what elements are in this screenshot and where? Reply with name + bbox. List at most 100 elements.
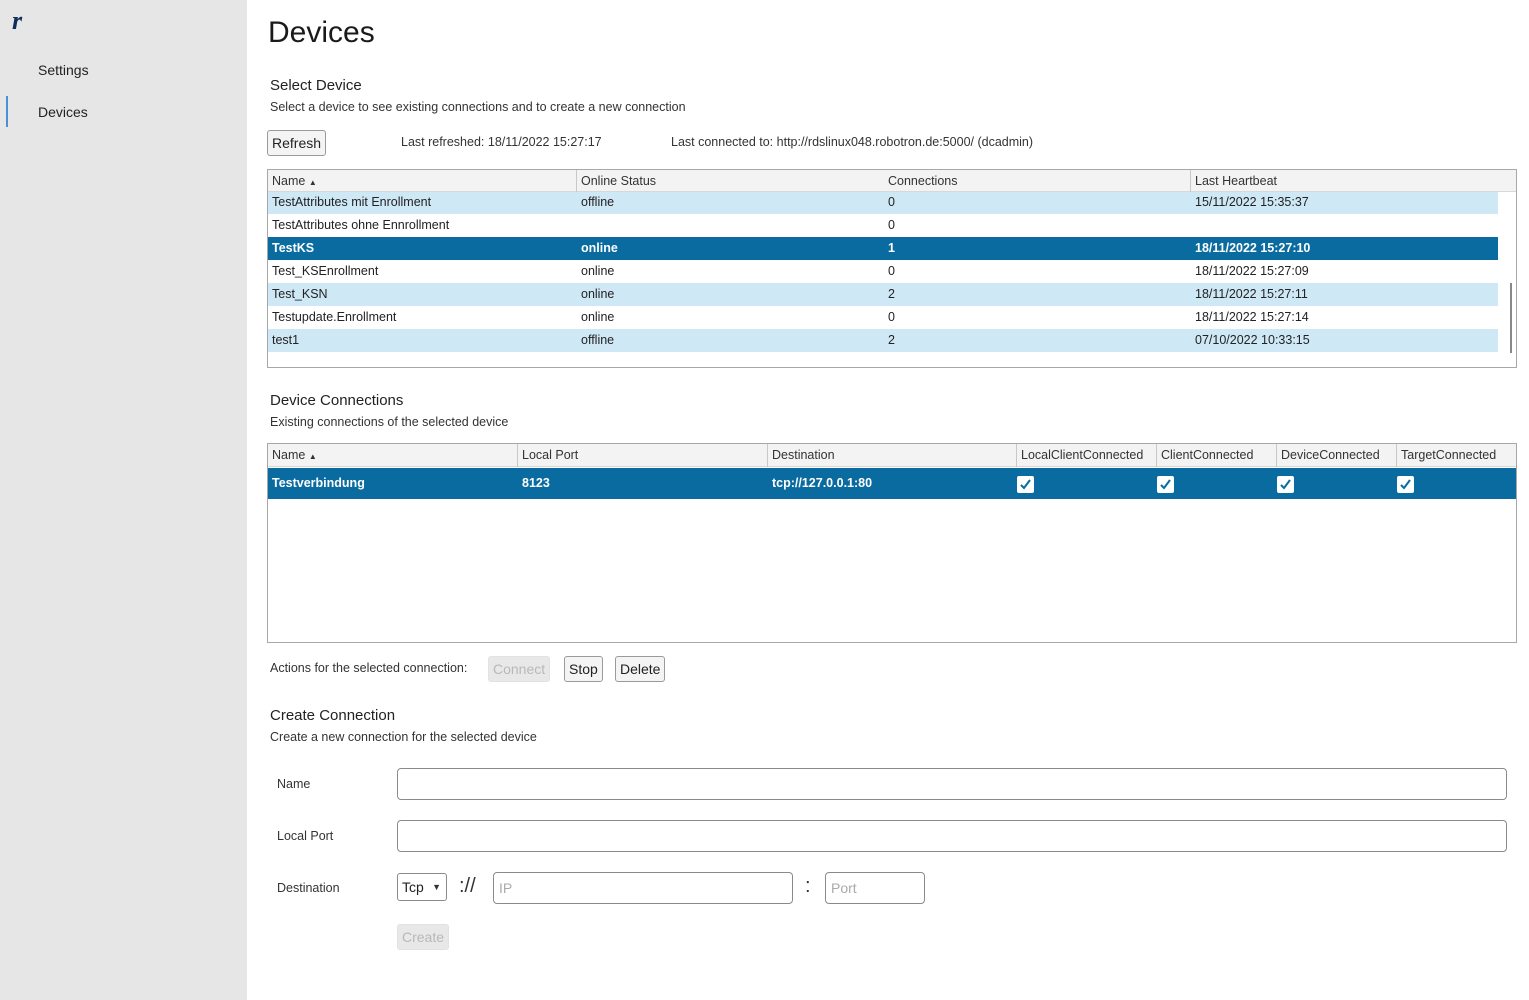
device-connections: 0: [888, 310, 895, 324]
devices-table-header: Name ▲ Online Status Connections Last He…: [268, 170, 1516, 192]
last-connected: Last connected to: http://rdslinux048.ro…: [671, 135, 1033, 149]
column-header-device-connected[interactable]: DeviceConnected: [1277, 444, 1397, 467]
devices-table: Name ▲ Online Status Connections Last He…: [267, 169, 1517, 368]
create-button[interactable]: Create: [397, 924, 450, 950]
connect-button[interactable]: Connect: [488, 656, 551, 682]
device-status: online: [581, 310, 615, 324]
column-header-local-client-connected[interactable]: LocalClientConnected: [1017, 444, 1157, 467]
device-status: [577, 214, 581, 237]
main-content: Devices Select Device Select a device to…: [247, 0, 1529, 1000]
chevron-down-icon: ▼: [432, 882, 441, 892]
column-header-target-connected[interactable]: TargetConnected: [1397, 444, 1516, 467]
sort-ascending-icon: ▲: [308, 452, 317, 461]
local-port-input[interactable]: [397, 820, 1507, 852]
connections-table: Name ▲ Local Port Destination LocalClien…: [267, 443, 1517, 643]
device-name: TestKS: [272, 241, 315, 255]
last-connected-value: http://rdslinux048.robotron.de:5000/ (dc…: [776, 135, 1034, 149]
device-heartbeat: 15/11/2022 15:35:37: [1195, 195, 1309, 209]
protocol-select[interactable]: Tcp ▼: [397, 873, 447, 901]
delete-button[interactable]: Delete: [615, 656, 666, 682]
actions-label: Actions for the selected connection:: [270, 661, 468, 675]
page-title: Devices: [268, 16, 375, 49]
device-heartbeat: 18/11/2022 15:27:14: [1195, 310, 1309, 324]
create-connection-title: Create Connection: [270, 707, 396, 724]
device-connections: 0: [888, 195, 895, 209]
checkmark-icon: [1280, 479, 1291, 490]
last-refreshed: Last refreshed: 18/11/2022 15:27:17: [401, 135, 602, 149]
device-name: TestAttributes mit Enrollment: [272, 195, 432, 209]
device-heartbeat: 18/11/2022 15:27:09: [1195, 264, 1309, 278]
scheme-separator: ://: [459, 875, 476, 897]
stop-button[interactable]: Stop: [564, 656, 603, 682]
last-connected-label: Last connected to:: [671, 135, 774, 149]
device-row[interactable]: TestAttributes mit Enrollment offline 0 15/…: [268, 191, 1498, 214]
device-heartbeat: 18/11/2022 15:27:10: [1195, 241, 1311, 255]
port-separator: :: [805, 875, 811, 897]
device-status: offline: [581, 333, 615, 347]
app-logo: r: [12, 6, 23, 35]
ip-input[interactable]: [493, 872, 793, 904]
device-row[interactable]: Test_KSEnrollment online 0 18/11/2022 15:27…: [268, 260, 1498, 283]
device-status: online: [581, 287, 615, 301]
column-header-local-port[interactable]: Local Port: [518, 444, 768, 467]
device-heartbeat: 18/11/2022 15:27:11: [1195, 287, 1308, 301]
device-connections: 0: [888, 218, 895, 232]
destination-label: Destination: [277, 881, 340, 895]
connection-row[interactable]: Testverbindung 8123 tcp://127.0.0.1:80: [268, 468, 1516, 499]
device-connections: 1: [888, 241, 895, 255]
column-header-connections[interactable]: Connections: [884, 170, 1191, 192]
column-header-last-heartbeat[interactable]: Last Heartbeat: [1191, 170, 1516, 192]
device-name: test1: [272, 333, 300, 347]
device-status: online: [581, 264, 615, 278]
device-status: online: [581, 241, 618, 255]
connection-name: Testverbindung: [272, 476, 365, 490]
local-client-connected-checkbox[interactable]: [1017, 476, 1034, 493]
device-status: offline: [581, 195, 615, 209]
last-refreshed-value: 18/11/2022 15:27:17: [487, 135, 602, 149]
local-port-label: Local Port: [277, 829, 334, 843]
last-refreshed-label: Last refreshed:: [401, 135, 485, 149]
device-name: Test_KSN: [272, 287, 328, 301]
sidebar: r Settings Devices: [0, 0, 247, 1000]
device-connected-checkbox[interactable]: [1277, 476, 1294, 493]
target-connected-checkbox[interactable]: [1397, 476, 1414, 493]
device-heartbeat: [1191, 214, 1195, 237]
select-device-title: Select Device: [270, 77, 362, 94]
connection-destination: tcp://127.0.0.1:80: [772, 476, 873, 490]
connections-table-header: Name ▲ Local Port Destination LocalClien…: [268, 444, 1516, 467]
active-nav-indicator: [6, 96, 8, 127]
refresh-button[interactable]: Refresh: [267, 130, 327, 156]
device-row[interactable]: TestAttributes ohne Ennrollment 0: [268, 214, 1498, 237]
client-connected-checkbox[interactable]: [1157, 476, 1174, 493]
device-connections-title: Device Connections: [270, 392, 404, 409]
device-connections: 0: [888, 264, 895, 278]
device-name: TestAttributes ohne Ennrollment: [272, 218, 450, 232]
checkmark-icon: [1400, 479, 1411, 490]
create-connection-subtitle: Create a new connection for the selected…: [270, 730, 537, 744]
sidebar-item-devices[interactable]: Devices: [38, 104, 88, 120]
devices-table-scrollbar[interactable]: [1510, 283, 1512, 353]
column-header-online-status[interactable]: Online Status: [577, 170, 884, 192]
sort-ascending-icon: ▲: [308, 178, 317, 187]
device-row[interactable]: Test_KSN online 2 18/11/2022 15:27:11: [268, 283, 1498, 306]
device-connections: 2: [888, 333, 895, 347]
column-header-name[interactable]: Name ▲: [268, 170, 577, 192]
column-header-destination[interactable]: Destination: [768, 444, 1017, 467]
name-input[interactable]: [397, 768, 1507, 800]
name-label: Name: [277, 777, 311, 791]
column-header-client-connected[interactable]: ClientConnected: [1157, 444, 1277, 467]
device-name: Test_KSEnrollment: [272, 264, 379, 278]
device-row[interactable]: TestKS online 1 18/11/2022 15:27:10: [268, 237, 1498, 260]
device-name: Testupdate.Enrollment: [272, 310, 397, 324]
checkmark-icon: [1160, 479, 1171, 490]
column-header-conn-name[interactable]: Name ▲: [268, 444, 518, 467]
device-connections: 2: [888, 287, 895, 301]
device-heartbeat: 07/10/2022 10:33:15: [1195, 333, 1310, 347]
device-connections-subtitle: Existing connections of the selected dev…: [270, 415, 509, 429]
protocol-value: Tcp: [402, 879, 424, 895]
sidebar-item-settings[interactable]: Settings: [38, 62, 89, 78]
port-input[interactable]: [825, 872, 925, 904]
device-row[interactable]: Testupdate.Enrollment online 0 18/11/2022 1…: [268, 306, 1498, 329]
checkmark-icon: [1020, 479, 1031, 490]
device-row[interactable]: test1 offline 2 07/10/2022 10:33:15: [268, 329, 1498, 352]
